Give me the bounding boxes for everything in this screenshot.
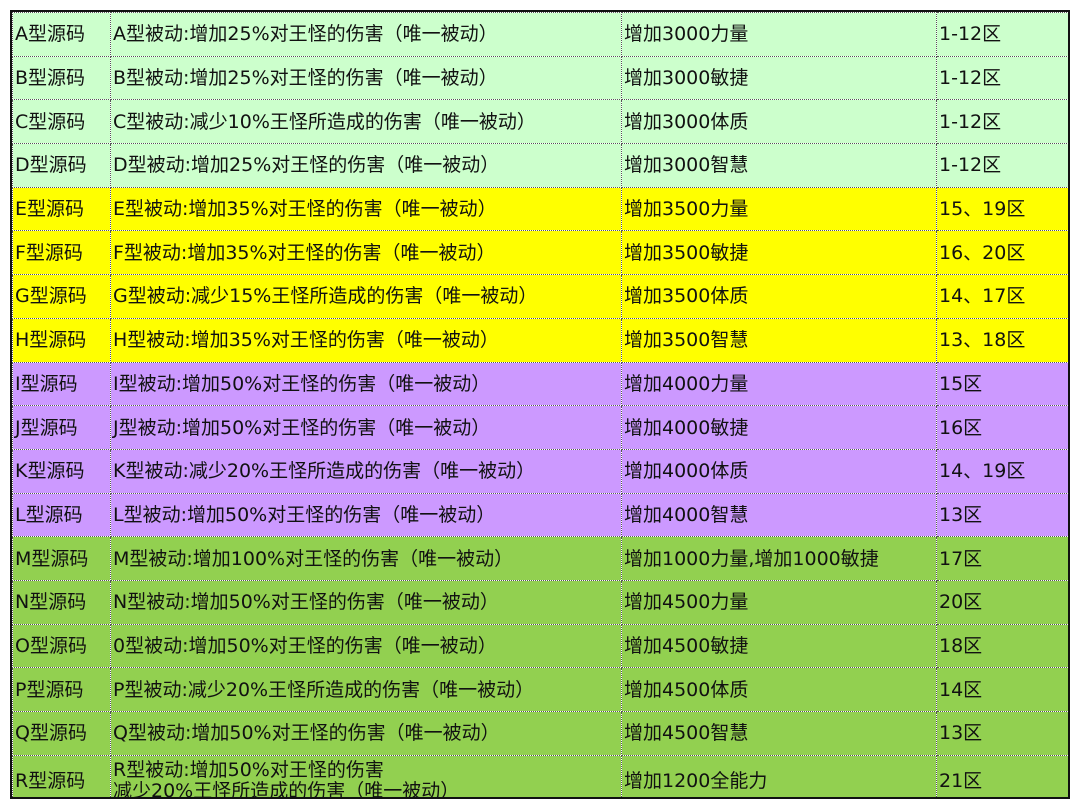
code-name-cell: N型源码 [12, 579, 111, 625]
table-row: P型源码 P型被动:减少20%王怪所造成的伤害（唯一被动） 增加4500体质 14区 [12, 667, 1068, 712]
source-code-table: A型源码 A型被动:增加25%对王怪的伤害（唯一被动） 增加3000力量 1-12区 B… [12, 12, 1068, 799]
zone-cell: 1-12区 [936, 12, 1068, 57]
code-name-cell: A型源码 [12, 12, 111, 57]
table-row: G型源码 G型被动:减少15%王怪所造成的伤害（唯一被动） 增加3500体质 14、1… [12, 274, 1068, 319]
zone-cell: 14、17区 [936, 274, 1068, 319]
zone-cell: 18区 [936, 623, 1068, 669]
table-row: M型源码 M型被动:增加100%对王怪的伤害（唯一被动） 增加1000力量,增加10… [12, 536, 1068, 581]
code-name-cell: Q型源码 [12, 711, 111, 756]
table-row: O型源码 0型被动:增加50%对王怪的伤害（唯一被动） 增加4500敏捷 18区 [12, 623, 1068, 669]
table-row: Q型源码 Q型被动:增加50%对王怪的伤害（唯一被动） 增加4500智慧 13区 [12, 711, 1068, 756]
stat-bonus-cell: 增加3500智慧 [621, 317, 937, 363]
source-code-table-sheet: A型源码 A型被动:增加25%对王怪的伤害（唯一被动） 增加3000力量 1-12区 B… [10, 10, 1070, 799]
table-row: B型源码 B型被动:增加25%对王怪的伤害（唯一被动） 增加3000敏捷 1-12区 [12, 55, 1068, 101]
zone-cell: 15、19区 [936, 186, 1068, 232]
table-row: C型源码 C型被动:减少10%王怪所造成的伤害（唯一被动） 增加3000体质 1-12… [12, 99, 1068, 145]
stat-bonus-cell: 增加4000体质 [621, 448, 937, 494]
zone-cell: 16、20区 [936, 230, 1068, 276]
passive-effect-cell: L型被动:增加50%对王怪的伤害（唯一被动） [110, 492, 622, 538]
zone-cell: 17区 [936, 536, 1068, 581]
passive-effect-line2: 减少20%王怪所造成的伤害（唯一被动） [113, 779, 460, 799]
code-name-cell: H型源码 [12, 317, 111, 363]
table-row: H型源码 H型被动:增加35%对王怪的伤害（唯一被动） 增加3500智慧 13、18区 [12, 317, 1068, 363]
zone-cell: 16区 [936, 405, 1068, 450]
passive-effect-cell: D型被动:增加25%对王怪的伤害（唯一被动） [110, 143, 622, 188]
stat-bonus-cell: 增加4000智慧 [621, 492, 937, 538]
stat-bonus-cell: 增加1200全能力 [621, 754, 937, 797]
code-name-cell: L型源码 [12, 492, 111, 538]
zone-cell: 1-12区 [936, 143, 1068, 188]
passive-effect-cell: M型被动:增加100%对王怪的伤害（唯一被动） [110, 536, 622, 581]
zone-cell: 21区 [936, 754, 1068, 797]
stat-bonus-cell: 增加4000力量 [621, 361, 937, 407]
code-name-cell: J型源码 [12, 405, 111, 450]
passive-effect-cell: I型被动:增加50%对王怪的伤害（唯一被动） [110, 361, 622, 407]
table-row: E型源码 E型被动:增加35%对王怪的伤害（唯一被动） 增加3500力量 15、19区 [12, 186, 1068, 232]
table-row: D型源码 D型被动:增加25%对王怪的伤害（唯一被动） 增加3000智慧 1-12区 [12, 143, 1068, 188]
zone-cell: 13区 [936, 492, 1068, 538]
passive-effect-cell: C型被动:减少10%王怪所造成的伤害（唯一被动） [110, 99, 622, 145]
passive-effect-cell: K型被动:减少20%王怪所造成的伤害（唯一被动） [110, 448, 622, 494]
passive-effect-cell: 0型被动:增加50%对王怪的伤害（唯一被动） [110, 623, 622, 669]
stat-bonus-cell: 增加1000力量,增加1000敏捷 [621, 536, 937, 581]
passive-effect-cell: H型被动:增加35%对王怪的伤害（唯一被动） [110, 317, 622, 363]
passive-effect-cell: F型被动:增加35%对王怪的伤害（唯一被动） [110, 230, 622, 276]
passive-effect-cell: J型被动:增加50%对王怪的伤害（唯一被动） [110, 405, 622, 450]
passive-effect-line1: R型被动:增加50%对王怪的伤害 [113, 758, 384, 781]
passive-effect-cell: B型被动:增加25%对王怪的伤害（唯一被动） [110, 55, 622, 101]
zone-cell: 20区 [936, 579, 1068, 625]
zone-cell: 14、19区 [936, 448, 1068, 494]
zone-cell: 13、18区 [936, 317, 1068, 363]
stat-bonus-cell: 增加3000智慧 [621, 143, 937, 188]
table-row: I型源码 I型被动:增加50%对王怪的伤害（唯一被动） 增加4000力量 15区 [12, 361, 1068, 407]
passive-effect-cell: E型被动:增加35%对王怪的伤害（唯一被动） [110, 186, 622, 232]
code-name-cell: K型源码 [12, 448, 111, 494]
passive-effect-cell: G型被动:减少15%王怪所造成的伤害（唯一被动） [110, 274, 622, 319]
table-row: K型源码 K型被动:减少20%王怪所造成的伤害（唯一被动） 增加4000体质 14、1… [12, 448, 1068, 494]
code-name-cell: F型源码 [12, 230, 111, 276]
stat-bonus-cell: 增加4000敏捷 [621, 405, 937, 450]
stat-bonus-cell: 增加3500体质 [621, 274, 937, 319]
passive-effect-cell: A型被动:增加25%对王怪的伤害（唯一被动） [110, 12, 622, 57]
stat-bonus-cell: 增加3000力量 [621, 12, 937, 57]
zone-cell: 13区 [936, 711, 1068, 756]
stat-bonus-cell: 增加3000敏捷 [621, 55, 937, 101]
table-body: A型源码 A型被动:增加25%对王怪的伤害（唯一被动） 增加3000力量 1-12区 B… [12, 12, 1068, 799]
code-name-cell: G型源码 [12, 274, 111, 319]
code-name-cell: C型源码 [12, 99, 111, 145]
table-row-r: R型源码 R型被动:增加50%对王怪的伤害 减少20%王怪所造成的伤害（唯一被动… [12, 754, 1068, 799]
table-row: J型源码 J型被动:增加50%对王怪的伤害（唯一被动） 增加4000敏捷 16区 [12, 405, 1068, 450]
code-name-cell: D型源码 [12, 143, 111, 188]
stat-bonus-cell: 增加4500智慧 [621, 711, 937, 756]
zone-cell: 1-12区 [936, 99, 1068, 145]
zone-cell: 15区 [936, 361, 1068, 407]
code-name-cell: I型源码 [12, 361, 111, 407]
code-name-cell: P型源码 [12, 667, 111, 712]
stat-bonus-cell: 增加3500敏捷 [621, 230, 937, 276]
stat-bonus-cell: 增加3500力量 [621, 186, 937, 232]
table-row: A型源码 A型被动:增加25%对王怪的伤害（唯一被动） 增加3000力量 1-12区 [12, 12, 1068, 57]
passive-effect-cell: R型被动:增加50%对王怪的伤害 减少20%王怪所造成的伤害（唯一被动） [110, 754, 622, 799]
passive-effect-cell: N型被动:增加50%对王怪的伤害（唯一被动） [110, 579, 622, 625]
stat-bonus-cell: 增加3000体质 [621, 99, 937, 145]
passive-effect-cell: Q型被动:增加50%对王怪的伤害（唯一被动） [110, 711, 622, 756]
code-name-cell: B型源码 [12, 55, 111, 101]
code-name-cell: M型源码 [12, 536, 111, 581]
table-row: L型源码 L型被动:增加50%对王怪的伤害（唯一被动） 增加4000智慧 13区 [12, 492, 1068, 538]
table-row: N型源码 N型被动:增加50%对王怪的伤害（唯一被动） 增加4500力量 20区 [12, 579, 1068, 625]
table-row: F型源码 F型被动:增加35%对王怪的伤害（唯一被动） 增加3500敏捷 16、20区 [12, 230, 1068, 276]
stat-bonus-cell: 增加4500体质 [621, 667, 937, 712]
stat-bonus-cell: 增加4500敏捷 [621, 623, 937, 669]
zone-cell: 1-12区 [936, 55, 1068, 101]
code-name-cell: R型源码 [12, 754, 111, 797]
code-name-cell: E型源码 [12, 186, 111, 232]
code-name-cell: O型源码 [12, 623, 111, 669]
passive-effect-cell: P型被动:减少20%王怪所造成的伤害（唯一被动） [110, 667, 622, 712]
stat-bonus-cell: 增加4500力量 [621, 579, 937, 625]
zone-cell: 14区 [936, 667, 1068, 712]
